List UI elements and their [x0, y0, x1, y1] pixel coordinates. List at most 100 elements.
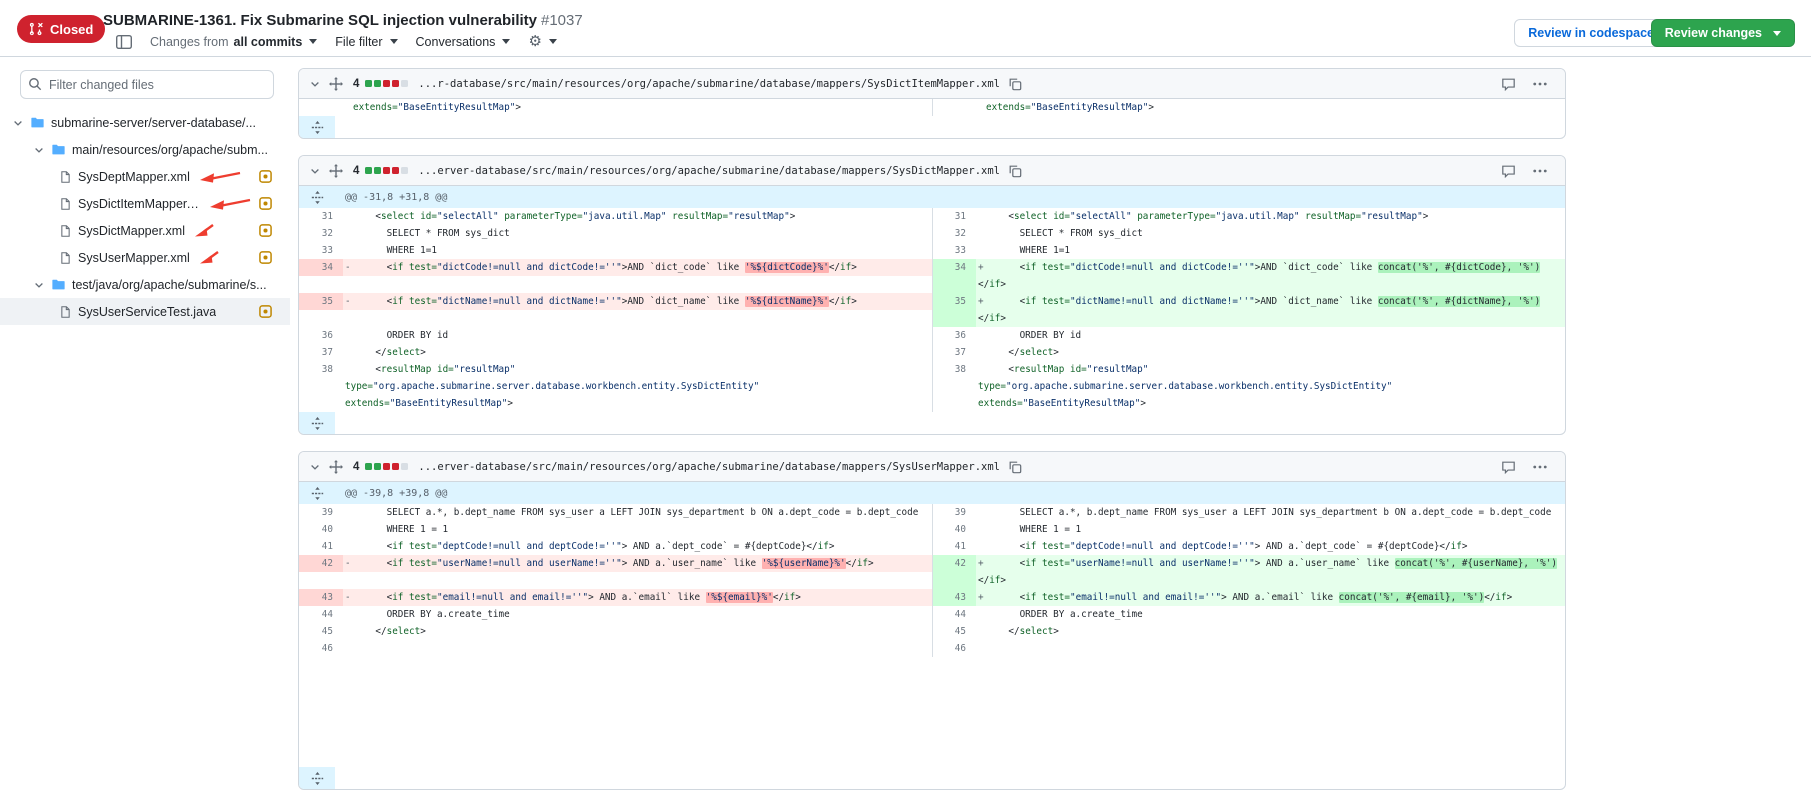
line-number[interactable]: 39	[299, 504, 343, 521]
tree-item-label: SysUserServiceTest.java	[78, 305, 216, 319]
line-number[interactable]: 40	[932, 521, 976, 538]
changes-from-menu[interactable]: Changes from all commits	[150, 35, 317, 49]
diff-marker	[345, 606, 353, 623]
expand-hunk-button[interactable]	[299, 186, 335, 208]
line-number[interactable]: 45	[299, 623, 343, 640]
chevron-down-icon	[390, 39, 398, 48]
line-number[interactable]: 40	[299, 521, 343, 538]
pr-number: #1037	[541, 12, 583, 29]
annotation-arrow-icon	[197, 249, 221, 266]
sidebar-folder-test-java-org-apache-submarine-s-[interactable]: test/java/org/apache/submarine/s...	[0, 271, 290, 298]
file-filter-input[interactable]	[20, 70, 274, 99]
line-number[interactable]: 37	[932, 344, 976, 361]
copy-path-icon[interactable]	[1008, 164, 1022, 178]
line-number[interactable]: 41	[299, 538, 343, 555]
diff-marker	[345, 538, 353, 555]
line-number[interactable]: 33	[299, 242, 343, 259]
copy-path-icon[interactable]	[1008, 460, 1022, 474]
line-number[interactable]: 45	[932, 623, 976, 640]
kebab-menu-icon[interactable]	[1533, 82, 1547, 86]
line-number[interactable]: 43	[299, 589, 343, 606]
expand-diff-button[interactable]	[299, 116, 335, 138]
line-number[interactable]: 41	[932, 538, 976, 555]
sidebar-file-sysusermapper-xml[interactable]: SysUserMapper.xml	[0, 244, 290, 271]
diff-marker	[978, 504, 986, 521]
line-number[interactable]: 32	[299, 225, 343, 242]
line-number[interactable]: 34	[932, 259, 976, 293]
line-number[interactable]	[299, 99, 343, 116]
kebab-menu-icon[interactable]	[1533, 465, 1547, 469]
drag-handle-icon[interactable]	[329, 164, 343, 178]
sidebar-file-sysuserservicetest-java[interactable]: SysUserServiceTest.java	[0, 298, 290, 325]
comment-icon[interactable]	[1501, 460, 1516, 474]
expand-diff-button[interactable]	[299, 412, 335, 434]
line-number[interactable]: 44	[299, 606, 343, 623]
code-cell: WHERE 1=1	[976, 242, 1565, 259]
line-number[interactable]: 42	[299, 555, 343, 589]
file-filter-menu[interactable]: File filter	[335, 35, 397, 49]
line-number[interactable]: 36	[299, 327, 343, 344]
collapse-file-icon[interactable]	[309, 78, 321, 90]
diffstat-squares	[365, 167, 408, 174]
collapse-file-icon[interactable]	[309, 165, 321, 177]
diffstat: 4	[353, 165, 408, 177]
line-number[interactable]: 38	[299, 361, 343, 412]
line-number[interactable]: 33	[932, 242, 976, 259]
line-number[interactable]	[932, 99, 976, 116]
line-number[interactable]: 38	[932, 361, 976, 412]
code-cell: + <if test="dictName!=null and dictName!…	[976, 293, 1565, 327]
line-number[interactable]: 36	[932, 327, 976, 344]
expand-diff-button[interactable]	[299, 767, 335, 789]
line-number[interactable]: 39	[932, 504, 976, 521]
line-number[interactable]: 42	[932, 555, 976, 589]
conversations-menu[interactable]: Conversations	[416, 35, 511, 49]
file-icon	[59, 224, 72, 238]
code-cell: ORDER BY id	[976, 327, 1565, 344]
diff-marker	[978, 99, 986, 116]
line-number[interactable]: 35	[299, 293, 343, 327]
sidebar-file-sysdeptmapper-xml[interactable]: SysDeptMapper.xml	[0, 163, 290, 190]
folder-icon	[51, 278, 66, 292]
drag-handle-icon[interactable]	[329, 77, 343, 91]
add-square	[374, 463, 381, 470]
line-number[interactable]: 31	[299, 208, 343, 225]
line-number[interactable]: 32	[932, 225, 976, 242]
drag-handle-icon[interactable]	[329, 460, 343, 474]
closed-pr-icon	[29, 22, 43, 36]
sidebar-toggle-icon[interactable]	[116, 35, 132, 49]
line-number[interactable]: 31	[932, 208, 976, 225]
diffstat-count: 4	[353, 461, 359, 473]
line-number[interactable]: 34	[299, 259, 343, 293]
modified-file-icon	[259, 224, 272, 237]
del-square	[383, 80, 390, 87]
add-square	[365, 463, 372, 470]
sidebar-file-sysdictmapper-xml[interactable]: SysDictMapper.xml	[0, 217, 290, 244]
copy-path-icon[interactable]	[1008, 77, 1022, 91]
review-changes-button[interactable]: Review changes	[1651, 19, 1795, 47]
line-number[interactable]: 46	[932, 640, 976, 657]
diff-row: 39 SELECT a.*, b.dept_name FROM sys_user…	[299, 504, 1565, 521]
line-number[interactable]: 43	[932, 589, 976, 606]
code-cell: extends="BaseEntityResultMap">	[343, 99, 932, 116]
comment-icon[interactable]	[1501, 77, 1516, 91]
tree-item-label: SysDictItemMapper.xml	[78, 197, 200, 211]
diff-row: 45 </select>45 </select>	[299, 623, 1565, 640]
kebab-menu-icon[interactable]	[1533, 169, 1547, 173]
expand-hunk-button[interactable]	[299, 482, 335, 504]
line-number[interactable]: 44	[932, 606, 976, 623]
diff-marker: +	[978, 555, 986, 572]
line-number[interactable]: 37	[299, 344, 343, 361]
diffstat-squares	[365, 463, 408, 470]
pr-title-text: SUBMARINE-1361. Fix Submarine SQL inject…	[103, 12, 537, 29]
line-number[interactable]: 35	[932, 293, 976, 327]
sidebar-file-sysdictitemmapper-xml[interactable]: SysDictItemMapper.xml	[0, 190, 290, 217]
sidebar-folder-submarine-server-server-database-[interactable]: submarine-server/server-database/...	[0, 109, 290, 136]
pr-header: Closed SUBMARINE-1361. Fix Submarine SQL…	[0, 0, 1811, 57]
sidebar-folder-main-resources-org-apache-subm-[interactable]: main/resources/org/apache/subm...	[0, 136, 290, 163]
comment-icon[interactable]	[1501, 164, 1516, 178]
collapse-file-icon[interactable]	[309, 461, 321, 473]
diff-settings-menu[interactable]: ⚙	[528, 34, 556, 49]
review-in-codespace-button[interactable]: Review in codespace	[1514, 19, 1668, 47]
line-number[interactable]: 46	[299, 640, 343, 657]
diff-marker	[978, 640, 986, 657]
